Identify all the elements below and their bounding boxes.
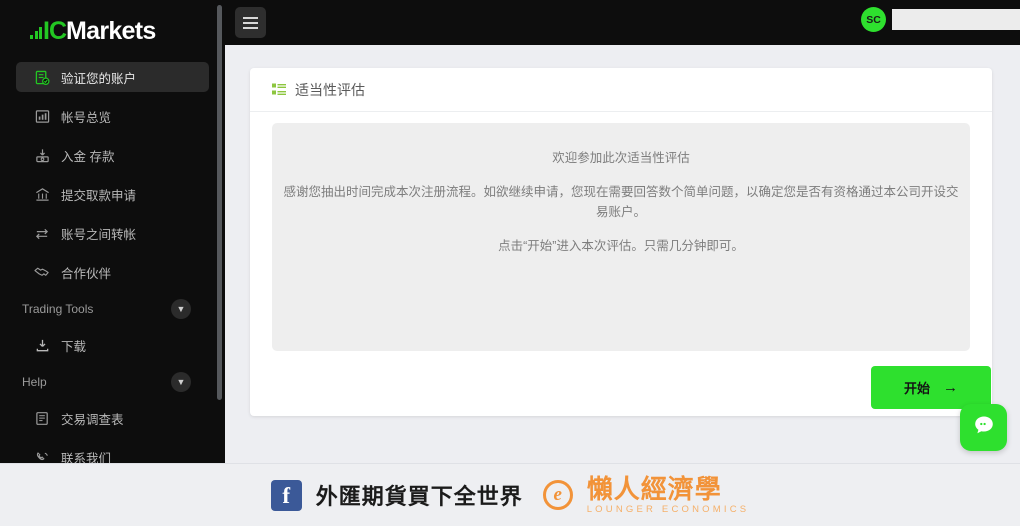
logo-bars-icon — [30, 24, 42, 39]
deposit-icon — [32, 147, 52, 163]
download-icon — [32, 337, 52, 353]
welcome-panel: 欢迎参加此次适当性评估 感谢您抽出时间完成本次注册流程。如欲继续申请，您现在需要… — [272, 123, 970, 351]
sidebar-item-label: 联系我们 — [61, 451, 112, 464]
avatar[interactable]: SC — [861, 7, 886, 32]
contact-us-icon — [32, 449, 52, 463]
lounger-economics-logo-icon: e — [542, 480, 573, 510]
sidebar-item-label: 下载 — [61, 339, 87, 354]
footer-watermark: f 外匯期貨買下全世界 e 懶人經濟學 LOUNGER ECONOMICS — [0, 463, 1020, 526]
start-button-label: 开始 — [903, 381, 930, 396]
verify-account-icon — [32, 69, 52, 85]
sidebar-item-verify-account[interactable]: 验证您的账户 — [16, 62, 209, 92]
account-overview-icon — [32, 108, 52, 124]
lounger-economics-cn: 懶人經濟學 — [586, 473, 722, 504]
withdrawal-icon — [32, 186, 52, 202]
sidebar-item-partners[interactable]: 合作伙伴 — [16, 257, 209, 287]
app-root: IC Markets 验证您的账户 帐号总览 入金 存款 提交取款申请 账号之间… — [0, 0, 1020, 526]
sidebar-item-withdrawal[interactable]: 提交取款申请 — [16, 179, 209, 209]
sidebar-section-label: Help — [22, 375, 47, 389]
sidebar-section-trading-tools[interactable]: Trading Tools ▼ — [16, 296, 209, 322]
topbar: SC — [225, 0, 1020, 45]
transfer-icon — [32, 225, 52, 241]
sidebar-section-help[interactable]: Help ▼ — [16, 369, 209, 395]
sidebar-item-deposit[interactable]: 入金 存款 — [16, 140, 209, 170]
sidebar-item-contact-us[interactable]: 联系我们 — [16, 442, 209, 463]
sidebar-scrollbar[interactable] — [217, 5, 222, 400]
partners-icon — [32, 264, 52, 280]
chat-bubble-icon — [971, 412, 997, 443]
sidebar-item-transfer[interactable]: 账号之间转帐 — [16, 218, 209, 248]
survey-icon — [32, 410, 52, 426]
hamburger-menu-icon[interactable] — [235, 7, 266, 38]
facebook-icon[interactable]: f — [270, 479, 302, 511]
card-header: 适当性评估 — [250, 68, 992, 112]
logo-ic-text: IC — [43, 16, 67, 45]
sidebar-item-label: 入金 存款 — [61, 149, 115, 164]
facebook-page-name: 外匯期貨買下全世界 — [315, 484, 523, 509]
sidebar-item-label: 帐号总览 — [61, 110, 112, 125]
main-content: 适当性评估 欢迎参加此次适当性评估 感谢您抽出时间完成本次注册流程。如欲继续申请… — [225, 45, 1020, 463]
sidebar-item-label: 交易调查表 — [61, 412, 124, 427]
lounger-economics-en: LOUNGER ECONOMICS — [586, 503, 750, 515]
sidebar-item-label: 账号之间转帐 — [61, 227, 137, 242]
chevron-down-icon[interactable]: ▼ — [171, 372, 191, 392]
start-button[interactable]: 开始 → — [871, 366, 991, 409]
panel-footnote: 点击“开始”进入本次评估。只需几分钟即可。 — [498, 239, 744, 254]
page-title: 适当性评估 — [295, 81, 365, 98]
sidebar: IC Markets 验证您的账户 帐号总览 入金 存款 提交取款申请 账号之间… — [0, 0, 225, 463]
assessment-card: 适当性评估 欢迎参加此次适当性评估 感谢您抽出时间完成本次注册流程。如欲继续申请… — [250, 68, 992, 416]
lounger-economics-wordmark: 懶人經濟學 LOUNGER ECONOMICS — [587, 476, 750, 515]
chevron-down-icon[interactable]: ▼ — [171, 299, 191, 319]
sidebar-section-label: Trading Tools — [22, 302, 94, 316]
brand-logo[interactable]: IC Markets — [0, 0, 225, 62]
list-icon — [272, 83, 286, 96]
sidebar-item-label: 合作伙伴 — [61, 266, 112, 281]
chat-widget-button[interactable] — [960, 404, 1007, 451]
sidebar-item-label: 提交取款申请 — [61, 188, 137, 203]
username-field[interactable] — [892, 9, 1020, 30]
sidebar-item-download[interactable]: 下载 — [16, 330, 209, 360]
sidebar-item-account-overview[interactable]: 帐号总览 — [16, 101, 209, 131]
sidebar-item-label: 验证您的账户 — [61, 71, 137, 86]
panel-body-text: 感谢您抽出时间完成本次注册流程。如欲继续申请，您现在需要回答数个简单问题，以确定… — [283, 185, 959, 219]
arrow-right-icon: → — [943, 379, 958, 396]
panel-heading: 欢迎参加此次适当性评估 — [552, 151, 690, 165]
sidebar-item-survey[interactable]: 交易调查表 — [16, 403, 209, 433]
logo-markets-text: Markets — [66, 16, 156, 45]
